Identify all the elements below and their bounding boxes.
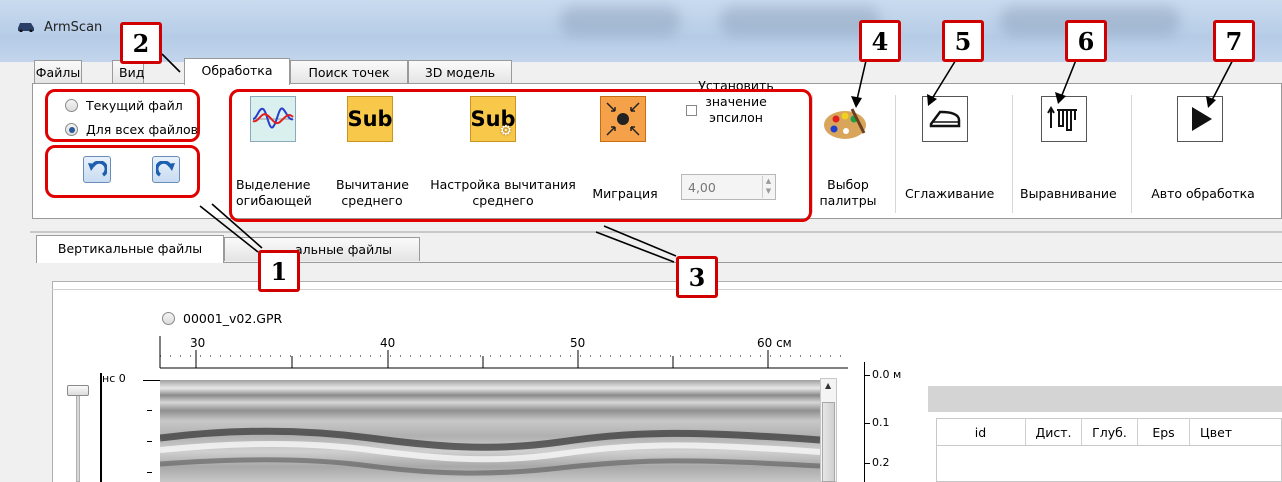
callout-3: 3 bbox=[676, 256, 718, 298]
callout-1: 1 bbox=[258, 250, 300, 292]
callout-4: 4 bbox=[859, 20, 901, 62]
callout-6: 6 bbox=[1065, 20, 1107, 62]
callout-5: 5 bbox=[942, 20, 984, 62]
tab-vertical-files[interactable]: Вертикальные файлы bbox=[36, 235, 224, 263]
callout-2: 2 bbox=[120, 22, 162, 64]
tab-processing[interactable]: Обработка bbox=[184, 58, 290, 85]
callout-7: 7 bbox=[1213, 20, 1255, 62]
